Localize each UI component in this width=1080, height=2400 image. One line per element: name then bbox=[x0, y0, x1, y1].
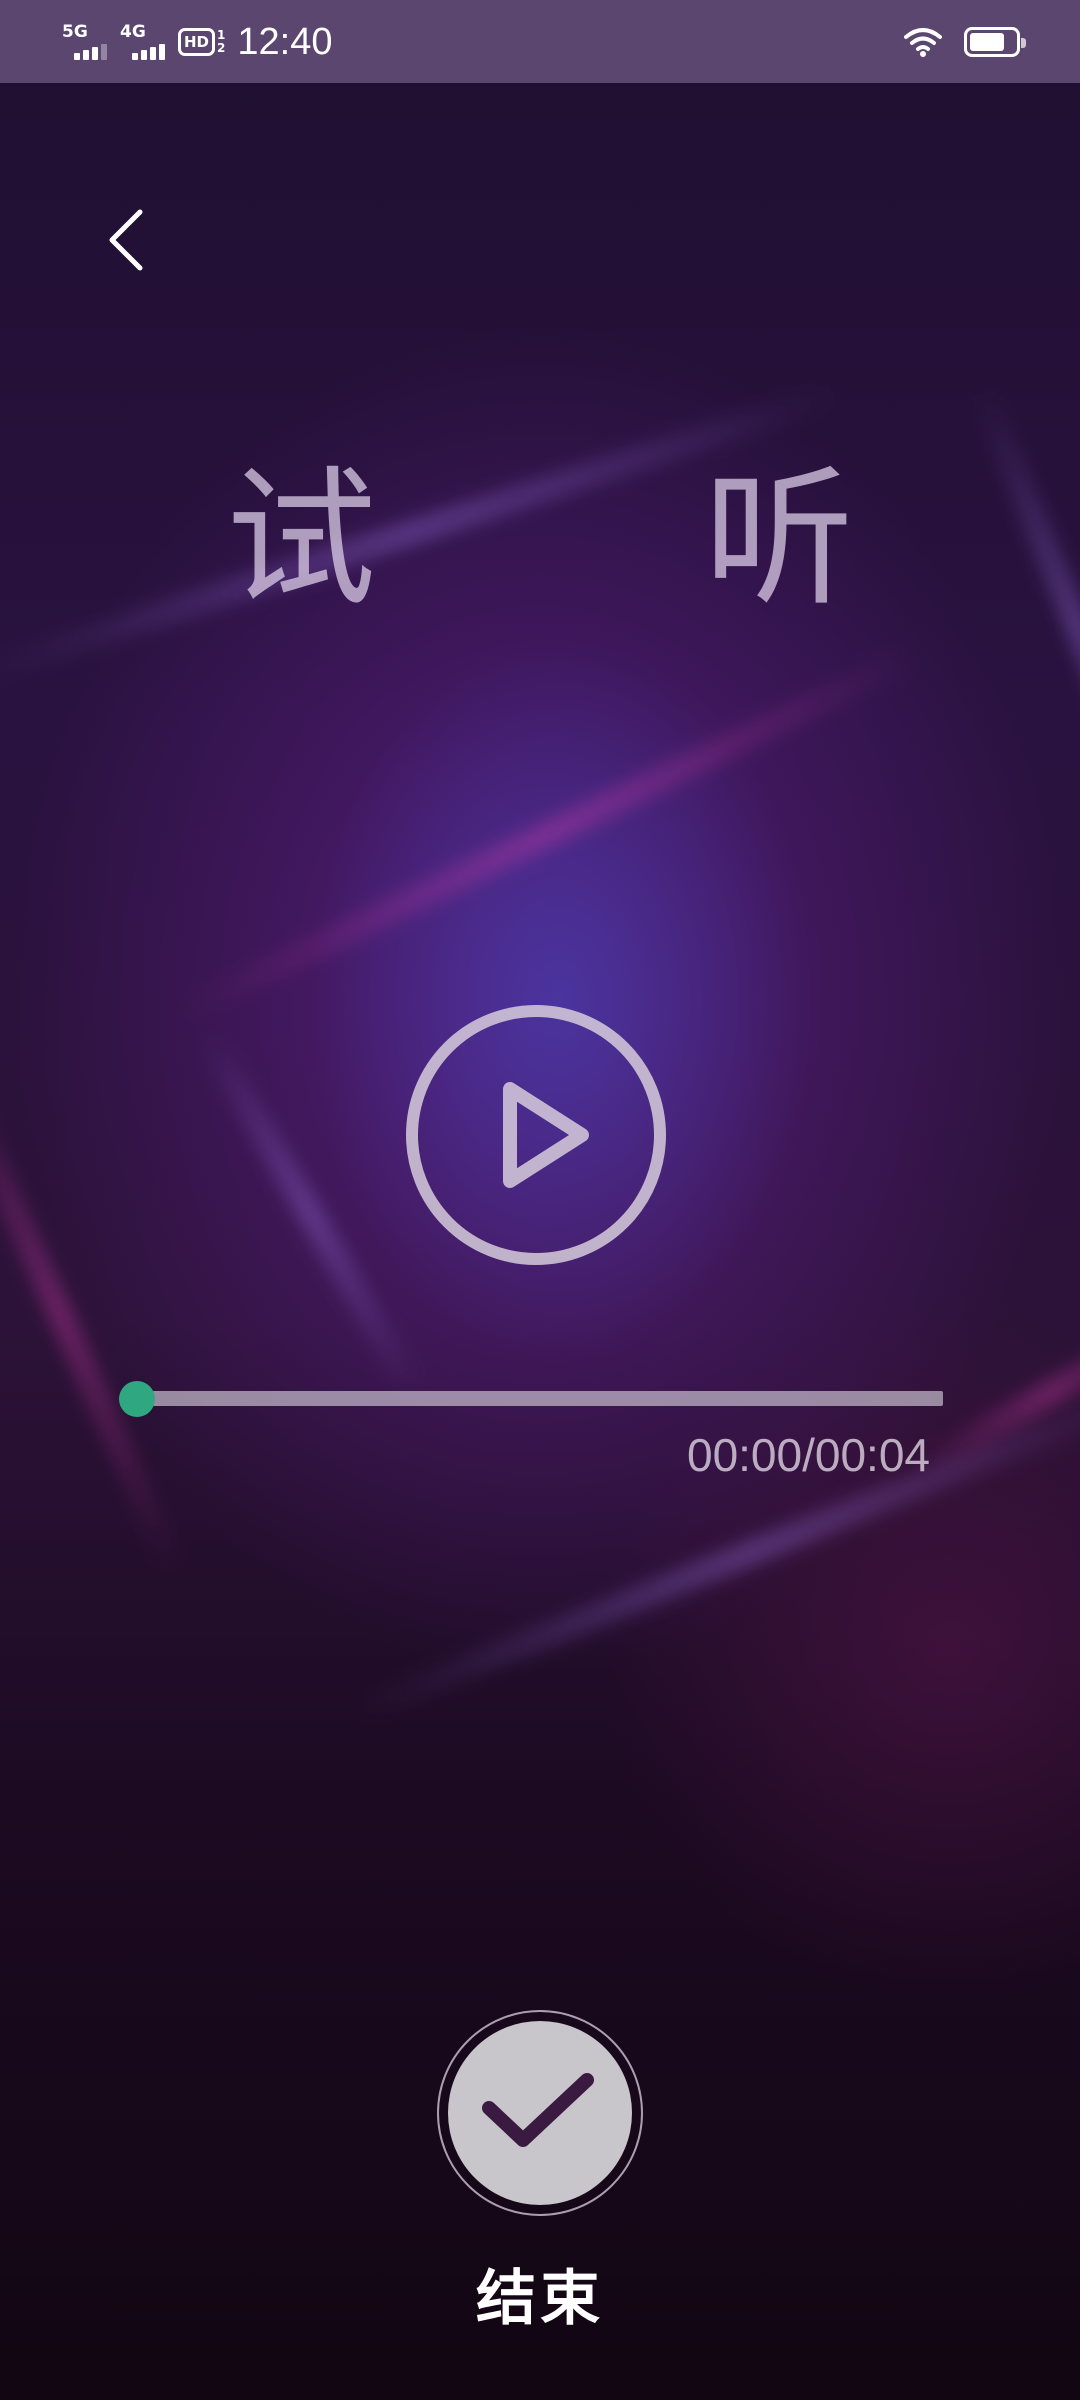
hd-voice-indicator: HD 1 2 bbox=[178, 28, 225, 56]
back-button[interactable] bbox=[96, 200, 156, 280]
finish-label: 结束 bbox=[476, 2264, 604, 2334]
status-clock: 12:40 bbox=[237, 20, 333, 63]
finish-button[interactable] bbox=[435, 2008, 645, 2218]
playback-time: 00:00/00:04 bbox=[686, 1429, 930, 1481]
battery-icon bbox=[964, 27, 1026, 57]
hd-label: HD bbox=[178, 28, 216, 56]
signal-bars-icon bbox=[132, 44, 165, 60]
play-circle-icon bbox=[406, 1005, 666, 1265]
network-5g-indicator: 5G bbox=[62, 20, 110, 64]
page-title: 试 听 bbox=[226, 453, 994, 627]
battery-cap bbox=[1021, 38, 1026, 48]
play-button[interactable] bbox=[404, 1003, 668, 1267]
signal-bars-icon bbox=[74, 44, 107, 60]
status-right bbox=[904, 22, 1026, 62]
check-circle-icon bbox=[437, 2010, 643, 2216]
status-bar: 5G 4G HD 1 2 12:40 bbox=[0, 0, 1080, 83]
hd-sub: 1 2 bbox=[217, 29, 225, 55]
status-left: 5G 4G HD 1 2 12:40 bbox=[62, 16, 332, 68]
network-5g-label: 5G bbox=[62, 22, 88, 42]
wifi-icon bbox=[904, 28, 942, 57]
network-4g-label: 4G bbox=[120, 22, 146, 42]
battery-fill bbox=[970, 33, 1004, 51]
hd-sub-bottom: 2 bbox=[217, 41, 226, 55]
progress-knob[interactable] bbox=[119, 1381, 155, 1417]
progress-track[interactable] bbox=[136, 1391, 943, 1406]
network-4g-indicator: 4G bbox=[120, 20, 168, 64]
chevron-left-icon bbox=[109, 209, 143, 271]
